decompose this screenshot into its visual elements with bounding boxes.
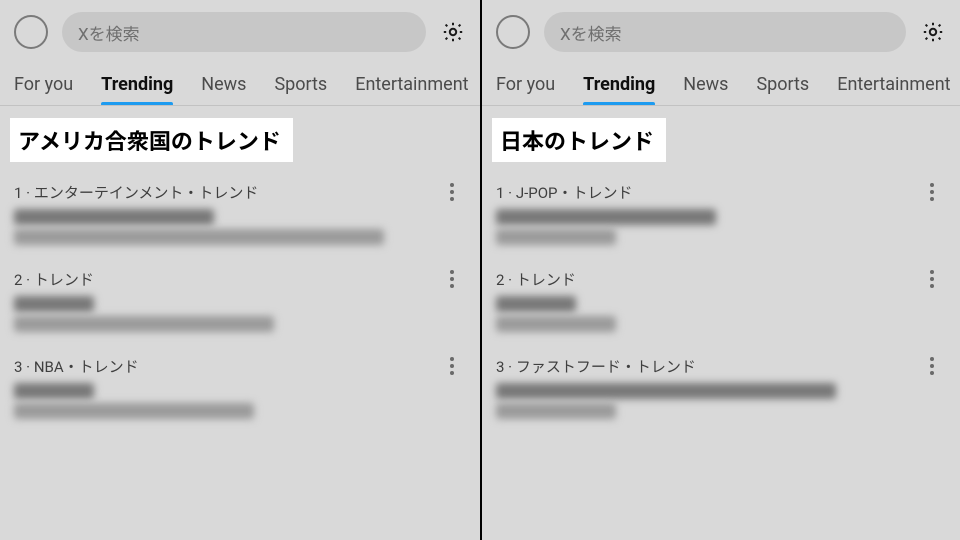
trend-category-text: トレンド bbox=[516, 271, 576, 289]
tab-label: Trending bbox=[583, 74, 655, 95]
settings-gear-icon[interactable] bbox=[920, 19, 946, 45]
heading-wrap: アメリカ合衆国のトレンド bbox=[0, 106, 480, 168]
tab-news[interactable]: News bbox=[683, 68, 728, 105]
trend-category-text: トレンド bbox=[34, 271, 94, 289]
more-icon[interactable] bbox=[442, 267, 462, 291]
trend-title-redacted bbox=[14, 296, 94, 312]
sep: · bbox=[504, 184, 515, 202]
settings-gear-icon[interactable] bbox=[440, 19, 466, 45]
tab-for-you[interactable]: For you bbox=[496, 68, 555, 105]
trend-meta-redacted bbox=[14, 403, 254, 419]
topbar: Xを検索 bbox=[482, 0, 960, 62]
tab-sports[interactable]: Sports bbox=[274, 68, 327, 105]
tab-label: Entertainment bbox=[355, 74, 468, 95]
avatar[interactable] bbox=[496, 15, 530, 49]
search-placeholder: Xを検索 bbox=[78, 20, 140, 45]
trend-category: 2 · トレンド bbox=[14, 269, 432, 290]
more-icon[interactable] bbox=[442, 354, 462, 378]
trend-category-text: NBA・トレンド bbox=[34, 358, 139, 376]
tab-trending[interactable]: Trending bbox=[583, 68, 655, 105]
tab-label: For you bbox=[14, 74, 73, 95]
search-placeholder: Xを検索 bbox=[560, 20, 622, 45]
tab-label: For you bbox=[496, 74, 555, 95]
tab-label: News bbox=[683, 74, 728, 95]
sep: · bbox=[22, 358, 33, 376]
trends-heading: アメリカ合衆国のトレンド bbox=[10, 118, 293, 162]
tabs: For you Trending News Sports Entertainme… bbox=[482, 62, 960, 106]
tab-trending[interactable]: Trending bbox=[101, 68, 173, 105]
search-input[interactable]: Xを検索 bbox=[544, 12, 906, 52]
trend-item[interactable]: 1 · J-POP・トレンド bbox=[490, 172, 952, 259]
tab-label: Sports bbox=[274, 74, 327, 95]
trend-item[interactable]: 2 · トレンド bbox=[8, 259, 472, 346]
tab-news[interactable]: News bbox=[201, 68, 246, 105]
heading-wrap: 日本のトレンド bbox=[482, 106, 960, 168]
trend-item[interactable]: 3 · NBA・トレンド bbox=[8, 346, 472, 433]
panel-left: Xを検索 For you Trending News Sports Entert… bbox=[0, 0, 480, 540]
trend-item[interactable]: 1 · エンターテインメント・トレンド bbox=[8, 172, 472, 259]
trend-item[interactable]: 3 · ファストフード・トレンド bbox=[490, 346, 952, 433]
panel-right: Xを検索 For you Trending News Sports Entert… bbox=[480, 0, 960, 540]
trend-list: 1 · J-POP・トレンド 2 · トレンド 3 · ファストフード・トレンド bbox=[482, 168, 960, 437]
trend-title-redacted bbox=[496, 383, 836, 399]
trend-category: 3 · NBA・トレンド bbox=[14, 356, 432, 377]
tab-label: Sports bbox=[756, 74, 809, 95]
tab-label: Entertainment bbox=[837, 74, 950, 95]
trend-category: 1 · J-POP・トレンド bbox=[496, 182, 912, 203]
more-icon[interactable] bbox=[922, 180, 942, 204]
sep: · bbox=[504, 271, 515, 289]
trend-category: 1 · エンターテインメント・トレンド bbox=[14, 182, 432, 203]
trend-title-redacted bbox=[496, 209, 716, 225]
tab-entertainment[interactable]: Entertainment bbox=[355, 68, 468, 105]
trend-list: 1 · エンターテインメント・トレンド 2 · トレンド 3 · NBA・トレン… bbox=[0, 168, 480, 437]
trend-title-redacted bbox=[496, 296, 576, 312]
tab-label: Trending bbox=[101, 74, 173, 95]
trend-category-text: エンターテインメント・トレンド bbox=[34, 184, 259, 202]
trend-category: 3 · ファストフード・トレンド bbox=[496, 356, 912, 377]
trend-item[interactable]: 2 · トレンド bbox=[490, 259, 952, 346]
sep: · bbox=[22, 271, 33, 289]
trend-meta-redacted bbox=[14, 229, 384, 245]
trend-meta-redacted bbox=[496, 316, 616, 332]
more-icon[interactable] bbox=[922, 267, 942, 291]
tabs: For you Trending News Sports Entertainme… bbox=[0, 62, 480, 106]
trends-heading: 日本のトレンド bbox=[492, 118, 666, 162]
more-icon[interactable] bbox=[922, 354, 942, 378]
trend-category-text: ファストフード・トレンド bbox=[516, 358, 696, 376]
sep: · bbox=[22, 184, 33, 202]
trend-category-text: J-POP・トレンド bbox=[516, 184, 633, 202]
sep: · bbox=[504, 358, 515, 376]
topbar: Xを検索 bbox=[0, 0, 480, 62]
avatar[interactable] bbox=[14, 15, 48, 49]
tab-for-you[interactable]: For you bbox=[14, 68, 73, 105]
trend-category: 2 · トレンド bbox=[496, 269, 912, 290]
tab-sports[interactable]: Sports bbox=[756, 68, 809, 105]
tab-entertainment[interactable]: Entertainment bbox=[837, 68, 950, 105]
trend-meta-redacted bbox=[496, 229, 616, 245]
search-input[interactable]: Xを検索 bbox=[62, 12, 426, 52]
tab-label: News bbox=[201, 74, 246, 95]
trend-title-redacted bbox=[14, 209, 214, 225]
trend-meta-redacted bbox=[496, 403, 616, 419]
more-icon[interactable] bbox=[442, 180, 462, 204]
trend-title-redacted bbox=[14, 383, 94, 399]
trend-meta-redacted bbox=[14, 316, 274, 332]
